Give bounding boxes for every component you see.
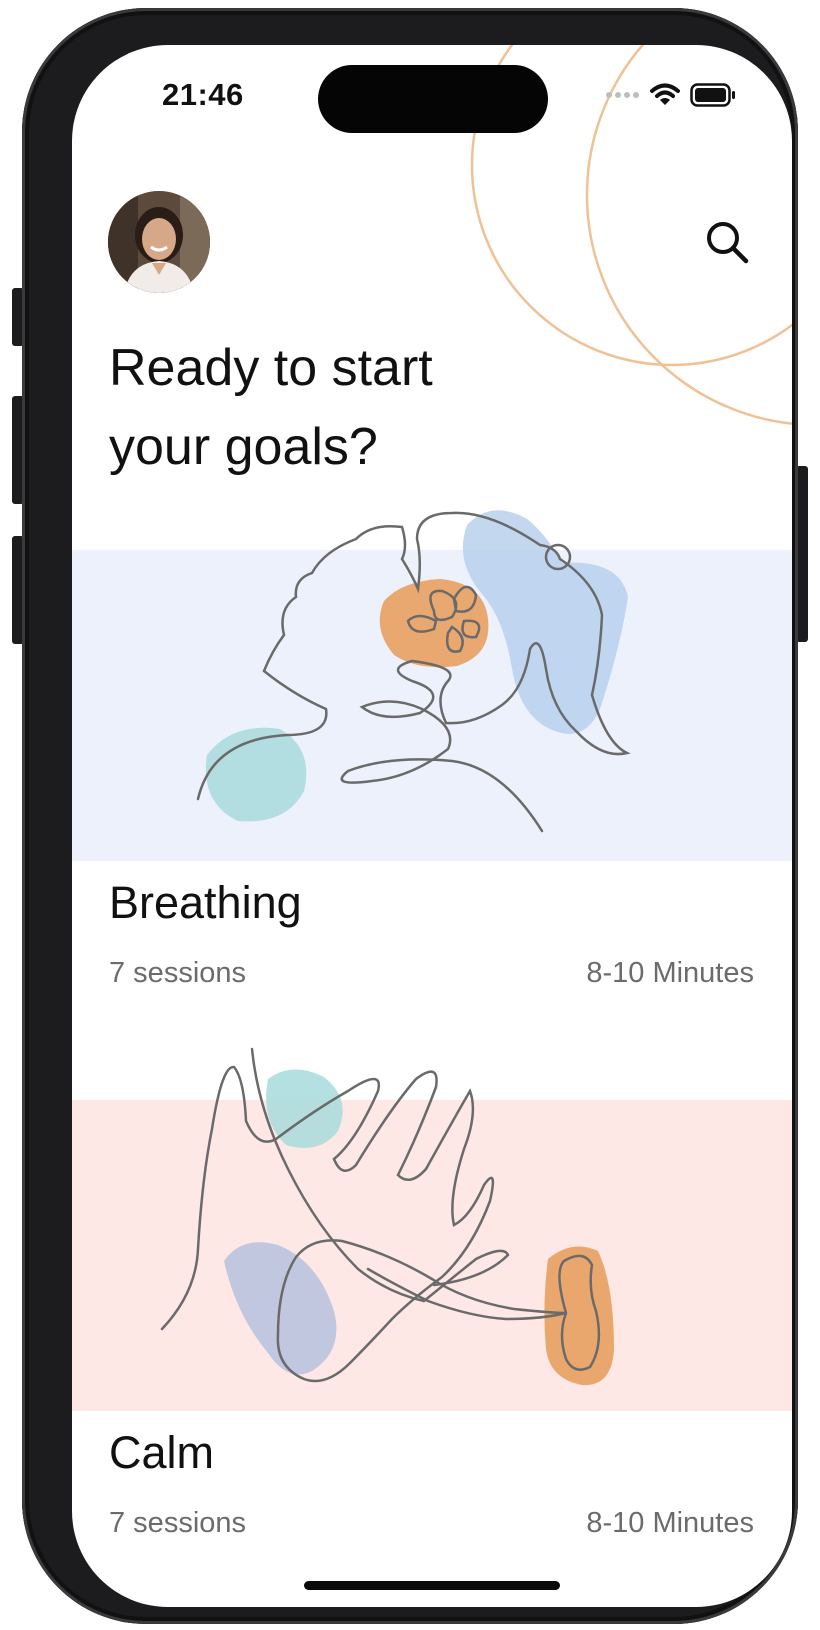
calm-card-title: Calm: [109, 1427, 215, 1478]
dynamic-island: [318, 65, 548, 133]
cellular-signal-icon: [606, 92, 639, 98]
woman-profile-line-art-icon: [196, 510, 631, 833]
breathing-card[interactable]: Breathing 7 sessions 8-10 Minutes: [72, 499, 792, 1019]
battery-icon: [690, 83, 735, 107]
user-avatar[interactable]: [108, 191, 210, 293]
breathing-card-duration: 8-10 Minutes: [586, 957, 754, 989]
status-icons: [606, 83, 736, 107]
hand-flower-line-art-icon: [160, 1047, 614, 1386]
teal-blob: [266, 1069, 343, 1148]
status-time: 21:46: [162, 77, 244, 112]
calm-card-duration: 8-10 Minutes: [586, 1507, 754, 1539]
teal-blob: [205, 727, 307, 822]
breathing-card-title: Breathing: [109, 877, 302, 928]
user-avatar-photo-icon: [108, 191, 210, 293]
app-screen: 21:46 Ready to start your goals? Breathi…: [72, 45, 792, 1607]
home-indicator[interactable]: [304, 1581, 560, 1590]
search-icon: [707, 222, 749, 264]
calm-card-sessions: 7 sessions: [109, 1507, 247, 1539]
device-stage: 21:46 Ready to start your goals? Breathi…: [0, 0, 820, 1630]
page-title-line-2: your goals?: [109, 418, 378, 476]
page-title: Ready to start your goals?: [109, 329, 529, 487]
page-title-line-1: Ready to start: [109, 339, 433, 397]
breathing-card-sessions: 7 sessions: [109, 957, 247, 989]
search-button[interactable]: [700, 215, 754, 269]
hand-flower-lines: [160, 1047, 601, 1383]
wifi-icon: [650, 83, 680, 105]
calm-card[interactable]: Calm 7 sessions 8-10 Minutes: [72, 1047, 792, 1569]
phone-frame: 21:46 Ready to start your goals? Breathi…: [22, 8, 798, 1624]
